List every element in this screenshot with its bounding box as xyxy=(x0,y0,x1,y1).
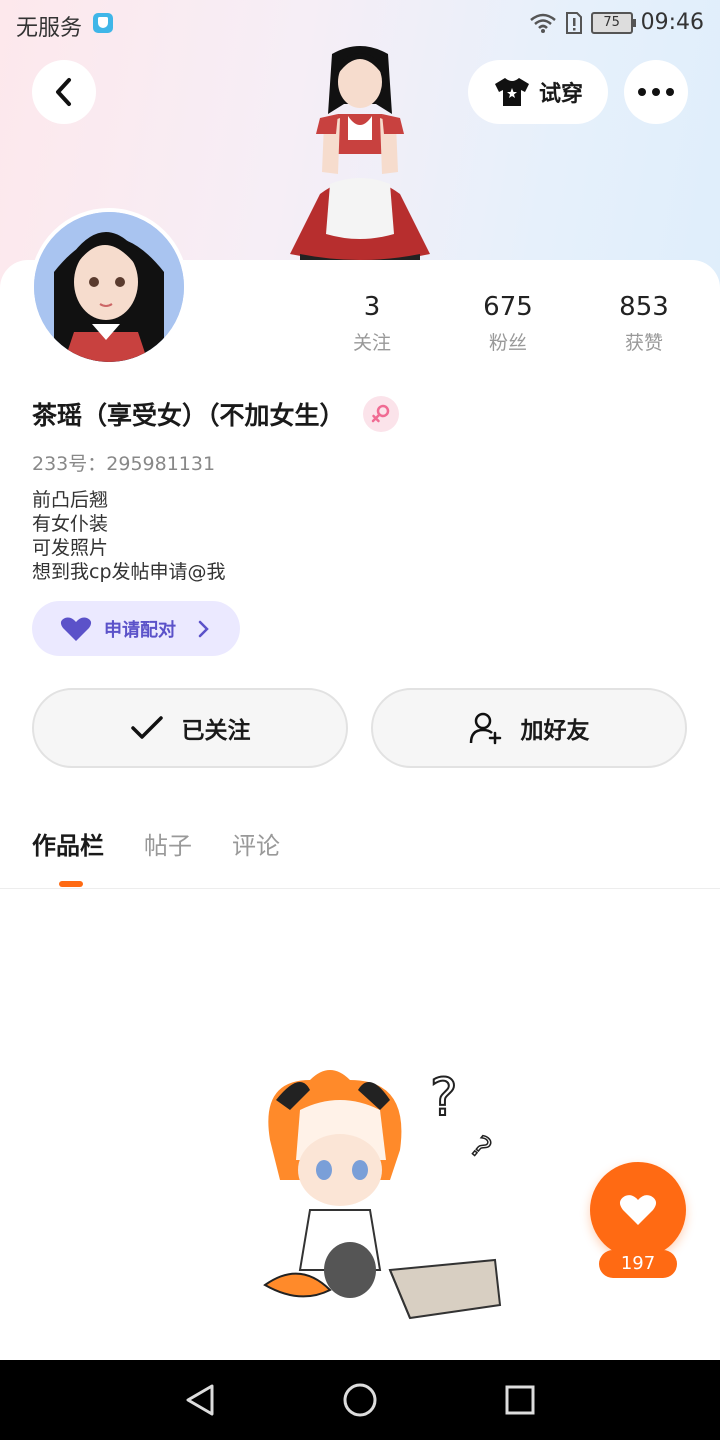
stat-label: 关注 xyxy=(352,332,391,354)
sim-alert-icon xyxy=(565,11,582,34)
female-gender-icon xyxy=(362,396,399,432)
apply-pairing-button[interactable]: 申请配对 xyxy=(32,601,240,656)
apply-pairing-label: 申请配对 xyxy=(104,619,176,641)
stat-likes[interactable]: 853 获赞 xyxy=(584,292,704,355)
bio-line: 前凸后翘 xyxy=(32,489,109,511)
bio-line: 有女仆装 xyxy=(32,513,109,535)
following-button[interactable]: 已关注 xyxy=(32,688,348,768)
avatar[interactable] xyxy=(30,208,188,366)
empty-state-illustration: ? ? xyxy=(263,1067,502,1320)
stat-label: 获赞 xyxy=(624,332,663,354)
battery-indicator: 75 xyxy=(590,11,636,34)
stat-following[interactable]: 3 关注 xyxy=(312,292,432,355)
nav-recents-button[interactable] xyxy=(500,1380,540,1420)
nav-home-icon xyxy=(343,1383,377,1417)
bio-line: 想到我cp发帖申请@我 xyxy=(32,561,226,583)
avatar-illustration xyxy=(34,212,184,362)
stat-value: 675 xyxy=(483,292,533,322)
name-row: 茶瑶（享受女）（不加女生） xyxy=(32,396,399,432)
following-label: 已关注 xyxy=(181,718,251,744)
tab-comments[interactable]: 评论 xyxy=(232,826,280,861)
more-icon xyxy=(638,88,674,96)
stat-value: 3 xyxy=(363,292,381,322)
like-button[interactable] xyxy=(590,1162,686,1258)
vpn-shield-icon xyxy=(93,13,113,33)
carrier-text: 无服务 xyxy=(16,16,83,41)
stat-followers[interactable]: 675 粉丝 xyxy=(448,292,568,355)
active-tab-indicator xyxy=(59,881,83,887)
add-friend-label: 加好友 xyxy=(520,718,590,744)
clock-text: 09:46 xyxy=(640,10,704,35)
wifi-icon xyxy=(529,13,556,33)
tab-divider xyxy=(0,888,720,889)
stat-label: 粉丝 xyxy=(488,332,527,354)
system-navigation-bar xyxy=(0,1360,720,1440)
try-on-button[interactable]: 试穿 xyxy=(468,60,608,124)
like-count-badge: 197 xyxy=(599,1250,677,1278)
user-id: 233号：295981131 xyxy=(32,453,216,475)
stat-value: 853 xyxy=(619,292,669,322)
svg-text:?: ? xyxy=(430,1068,458,1128)
add-friend-button[interactable]: 加好友 xyxy=(371,688,687,768)
nav-home-button[interactable] xyxy=(340,1380,380,1420)
tab-works[interactable]: 作品栏 xyxy=(32,826,104,861)
shirt-icon xyxy=(494,78,529,106)
more-button[interactable] xyxy=(624,60,688,124)
user-name: 茶瑶（享受女）（不加女生） xyxy=(32,401,345,430)
try-on-label: 试穿 xyxy=(538,82,583,107)
tab-posts[interactable]: 帖子 xyxy=(144,826,192,861)
heart-icon xyxy=(60,617,92,641)
nav-back-icon xyxy=(186,1384,214,1416)
check-icon xyxy=(130,716,163,739)
status-right-group: 75 09:46 xyxy=(529,10,704,35)
status-bar: 无服务 75 09:46 xyxy=(0,0,720,50)
bio-line: 可发照片 xyxy=(32,537,109,559)
heart-icon xyxy=(619,1195,657,1225)
svg-text:?: ? xyxy=(463,1129,498,1166)
back-icon xyxy=(56,78,71,106)
content-tabs: 作品栏 帖子 评论 xyxy=(32,826,280,861)
character-avatar-figure xyxy=(290,46,430,262)
bio: 前凸后翘 有女仆装 可发照片 想到我cp发帖申请@我 xyxy=(32,488,226,584)
nav-recents-icon xyxy=(505,1385,535,1415)
nav-back-button[interactable] xyxy=(180,1380,220,1420)
add-user-icon xyxy=(469,712,501,745)
back-button[interactable] xyxy=(32,60,96,124)
chevron-right-icon xyxy=(198,620,209,637)
